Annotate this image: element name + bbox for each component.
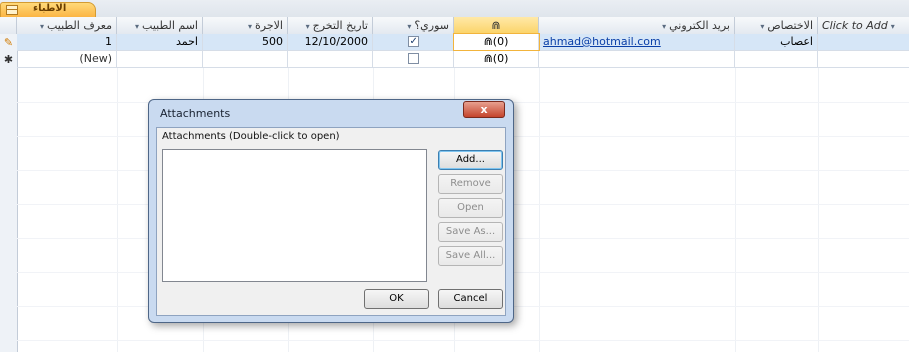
ok-button[interactable]: OK (364, 289, 429, 309)
gridline (539, 68, 540, 352)
column-header-syrian[interactable]: ▾ سوري؟ (373, 17, 454, 34)
remove-button[interactable]: Remove (438, 174, 503, 194)
column-header-row: ▾ معرف الطبيب ▾ اسم الطبيب ▾ الاجرة ▾ تاريخ … (0, 17, 909, 35)
cell-doctor-id[interactable]: 1 (17, 34, 117, 50)
chevron-down-icon[interactable]: ▾ (248, 22, 252, 31)
cell-specialty-new[interactable] (735, 51, 818, 67)
cell-doctor-id-new[interactable]: (New) (17, 51, 117, 67)
attachments-dialog: Attachments x Attachments (Double-click … (148, 99, 514, 323)
open-button[interactable]: Open (438, 198, 503, 218)
cell-fee-new[interactable] (203, 51, 288, 67)
paperclip-icon: ⋒ (491, 19, 501, 32)
cell-click-to-add-new[interactable] (818, 51, 909, 67)
cell-doctor-name-new[interactable] (117, 51, 203, 67)
syrian-checkbox[interactable] (407, 34, 419, 50)
record-selector-column[interactable]: ✎ ✱ (0, 34, 18, 352)
column-header-click-to-add[interactable]: Click to Add ▾ (818, 17, 909, 34)
cell-syrian-new[interactable] (373, 51, 454, 67)
chevron-down-icon[interactable]: ▾ (135, 22, 139, 31)
cell-email[interactable]: ahmad@hotmail.com (539, 34, 735, 50)
attachments-caption: Attachments (Double-click to open) (162, 131, 340, 142)
gridline (117, 68, 118, 352)
table-icon (6, 5, 18, 15)
column-header-specialty[interactable]: ▾ الاختصاص (735, 17, 818, 34)
chevron-down-icon[interactable]: ▾ (662, 22, 666, 31)
add-button[interactable]: Add... (438, 150, 503, 170)
cell-email-new[interactable] (539, 51, 735, 67)
cell-attachments-new[interactable]: ⋒(0) (454, 51, 539, 67)
cell-attachments[interactable]: ⋒(0) (453, 33, 540, 51)
cell-fee[interactable]: 500 (203, 34, 288, 50)
new-record-asterisk-icon[interactable]: ✱ (2, 51, 15, 68)
column-header-email[interactable]: ▾ بريد الكتروني (539, 17, 735, 34)
close-icon[interactable]: x (463, 101, 505, 118)
dialog-body: Attachments (Double-click to open) Add..… (156, 127, 506, 316)
cell-syrian[interactable] (373, 34, 454, 50)
cell-specialty[interactable]: اعصاب (735, 34, 818, 50)
cancel-button[interactable]: Cancel (438, 289, 503, 309)
table-row[interactable]: 1 احمد 500 12/10/2000 ⋒(0) ahmad@hotmail… (17, 33, 909, 51)
table-tab-label: الاطباء (33, 3, 67, 14)
cell-doctor-name[interactable]: احمد (117, 34, 203, 50)
cell-graduation-date[interactable]: 12/10/2000 (288, 34, 373, 50)
gridline (735, 68, 736, 352)
save-as-button[interactable]: Save As... (438, 222, 503, 242)
column-header-doctor-id[interactable]: ▾ معرف الطبيب (17, 17, 117, 34)
table-row-new[interactable]: (New) ⋒(0) (17, 51, 909, 68)
column-header-fee[interactable]: ▾ الاجرة (203, 17, 288, 34)
gridline (818, 68, 819, 352)
chevron-down-icon[interactable]: ▾ (40, 22, 44, 31)
email-link[interactable]: ahmad@hotmail.com (543, 35, 661, 48)
column-header-doctor-name[interactable]: ▾ اسم الطبيب (117, 17, 203, 34)
cell-click-to-add[interactable] (818, 34, 909, 50)
chevron-down-icon[interactable]: ▾ (891, 22, 895, 31)
select-all-corner[interactable] (0, 17, 17, 34)
chevron-down-icon[interactable]: ▾ (306, 22, 310, 31)
chevron-down-icon[interactable]: ▾ (407, 22, 411, 31)
chevron-down-icon[interactable]: ▾ (760, 22, 764, 31)
attachments-list[interactable] (162, 149, 427, 282)
cell-graduation-date-new[interactable] (288, 51, 373, 67)
object-tab-bar: الاطباء (0, 0, 909, 18)
dialog-title: Attachments (160, 107, 231, 120)
table-tab[interactable]: الاطباء (0, 2, 96, 17)
syrian-checkbox[interactable] (407, 52, 419, 64)
column-header-graduation-date[interactable]: ▾ تاريخ التخرج (288, 17, 373, 34)
edit-pencil-icon[interactable]: ✎ (2, 34, 15, 51)
save-all-button[interactable]: Save All... (438, 246, 503, 266)
column-header-attachments[interactable]: ⋒ (454, 17, 539, 34)
gridline (17, 340, 909, 341)
